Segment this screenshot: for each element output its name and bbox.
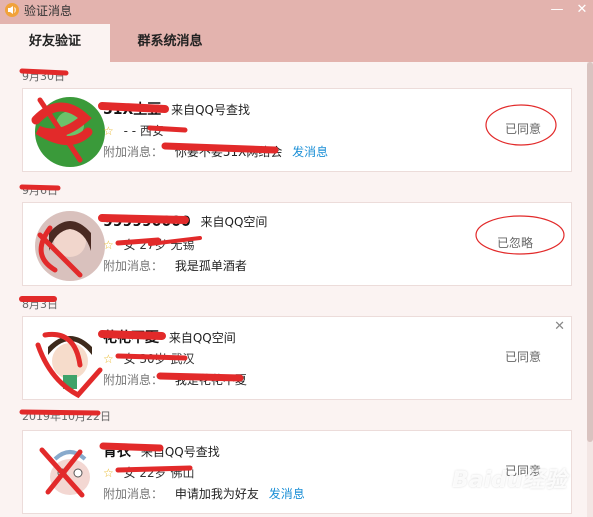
baidu-watermark: Baidu经验 jingyan.baidu.com [452, 462, 587, 512]
status-label: 已同意 [504, 122, 541, 136]
watermark-url: jingyan.baidu.com [452, 494, 545, 505]
request-card[interactable]: 51X土豆 来自QQ号查找 ☆ - - 西安 附加消息： 你要不要51X网络会 … [22, 88, 572, 172]
request-source: 来自QQ号查找 [171, 103, 251, 117]
star-icon: ☆ [103, 238, 114, 252]
close-icon[interactable]: ✕ [574, 3, 590, 17]
contact-info: 女 27岁 无锡 [123, 238, 195, 252]
attached-message: 我是花花不夏 [174, 373, 247, 387]
status-label: 已忽略 [496, 236, 533, 250]
title-bar: 验证消息 — ✕ 好友验证 群系统消息 [0, 0, 593, 62]
attached-message: 我是孤单酒者 [174, 259, 247, 273]
request-card[interactable]: 999990000 来自QQ空间 ☆ 女 27岁 无锡 附加消息： 我是孤单酒者… [22, 202, 572, 286]
date-label: 9月6日 [22, 184, 58, 197]
send-message-link[interactable]: 发消息 [269, 487, 305, 501]
send-message-link[interactable]: 发消息 [292, 145, 328, 159]
request-source: 来自QQ号查找 [140, 445, 220, 459]
tab-group-system-messages[interactable]: 群系统消息 [110, 24, 230, 62]
contact-info: 女 30岁 武汉 [123, 352, 195, 366]
date-label: 9月30日 [22, 70, 65, 83]
star-icon: ☆ [103, 352, 114, 366]
star-icon: ☆ [103, 124, 114, 138]
request-source: 来自QQ空间 [200, 215, 268, 229]
avatar [35, 325, 105, 395]
close-icon[interactable]: ✕ [554, 319, 565, 334]
request-source: 来自QQ空间 [168, 331, 236, 345]
avatar [35, 439, 105, 509]
star-icon: ☆ [103, 466, 114, 480]
request-card[interactable]: ✕ 花花不夏 来自QQ空间 ☆ 女 30岁 武汉 附加消息： 我是花花不夏 已同… [22, 316, 572, 400]
attached-message-label: 附加消息： [103, 259, 164, 273]
contact-name[interactable]: 51X土豆 [103, 102, 161, 118]
tab-friend-verification[interactable]: 好友验证 [0, 24, 110, 62]
date-label: 8月3日 [22, 298, 58, 311]
message-list: 9月30日 51X土豆 来自QQ号查找 ☆ - - 西安 附加消息： 你要不要5… [0, 62, 593, 517]
date-label: 2019年10月22日 [22, 410, 111, 423]
contact-name[interactable]: 999990000 [103, 214, 191, 230]
attached-message: 申请加我为好友 [174, 487, 259, 501]
avatar [35, 211, 105, 281]
contact-info: - - 西安 [123, 124, 164, 138]
minimize-icon[interactable]: — [549, 3, 565, 17]
contact-info: 女 22岁 佛山 [123, 466, 195, 480]
attached-message-label: 附加消息： [103, 373, 164, 387]
attached-message-label: 附加消息： [103, 145, 164, 159]
attached-message-label: 附加消息： [103, 487, 164, 501]
attached-message: 你要不要51X网络会 [174, 145, 283, 159]
window-title: 验证消息 [24, 4, 73, 18]
vertical-scrollbar[interactable] [587, 62, 593, 517]
status-label: 已同意 [504, 350, 541, 364]
watermark-brand: Baidu经验 [452, 468, 567, 493]
contact-name[interactable]: 青衣 [103, 444, 131, 460]
qq-speaker-icon [5, 3, 19, 17]
contact-name[interactable]: 花花不夏 [103, 330, 159, 346]
scrollbar-thumb[interactable] [587, 62, 593, 442]
avatar [35, 97, 105, 167]
